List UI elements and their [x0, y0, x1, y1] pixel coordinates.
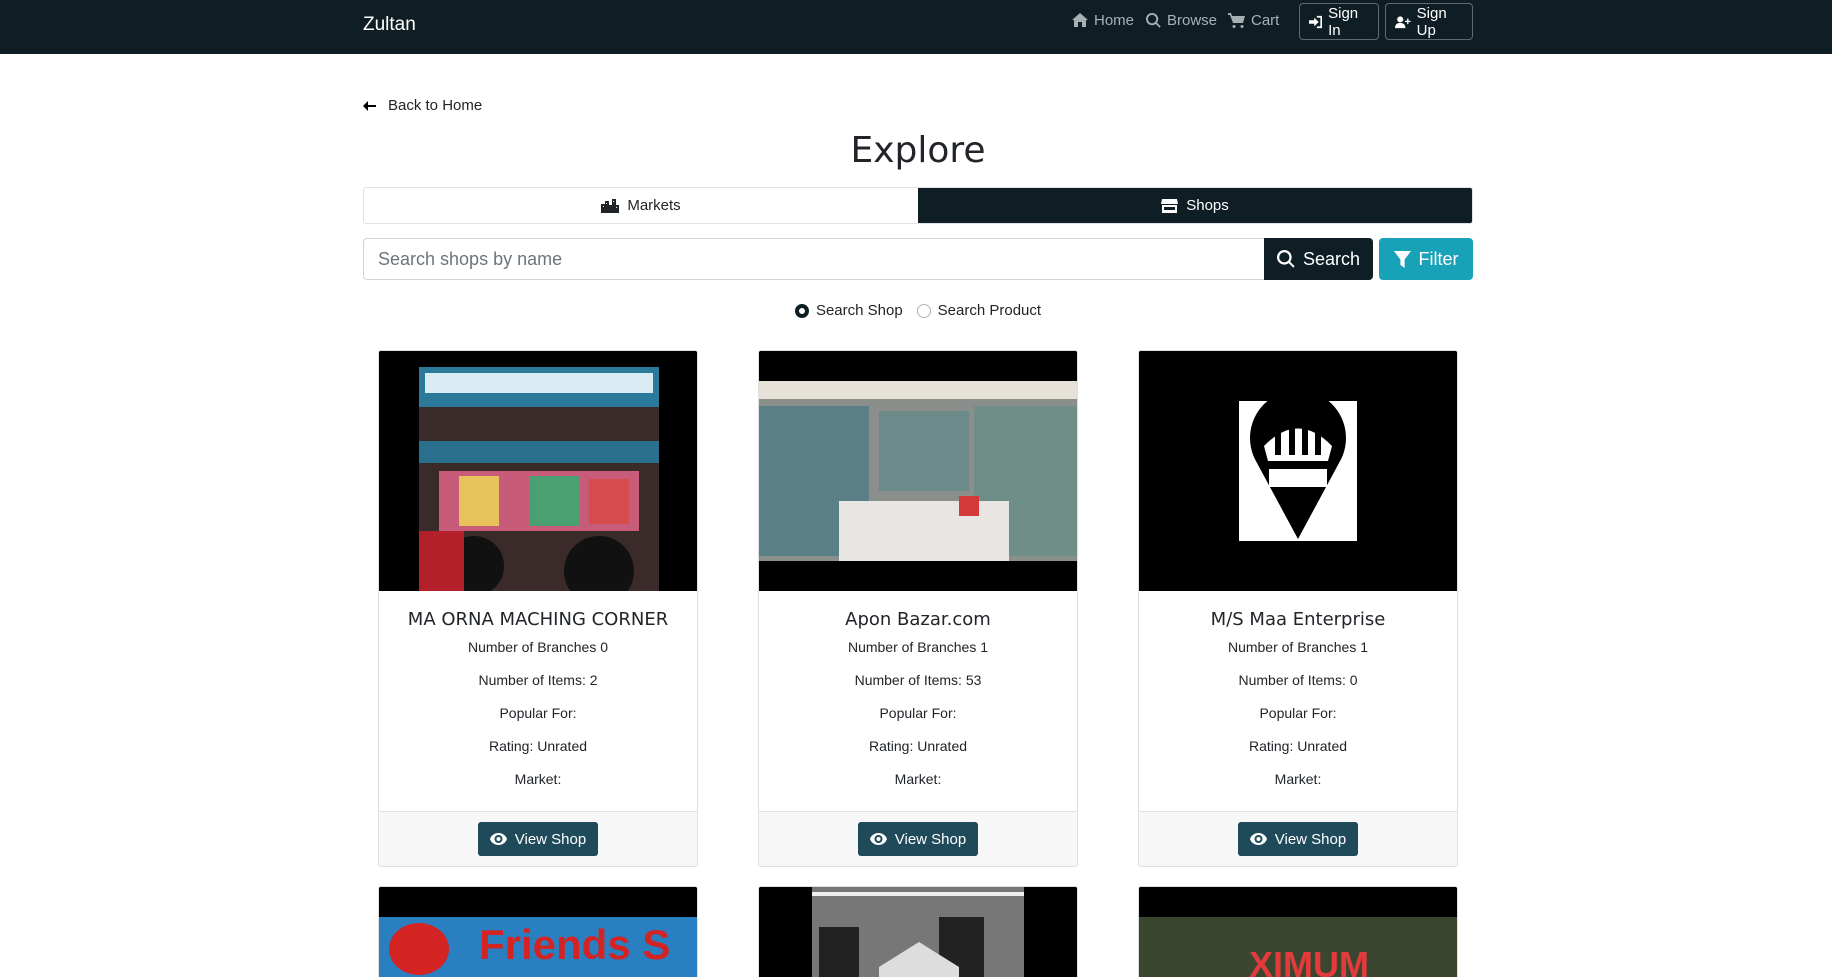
shop-market: Market: — [514, 771, 562, 787]
eye-icon — [489, 833, 507, 845]
nav-home-label: Home — [1094, 11, 1135, 29]
tab-markets-label: Markets — [627, 197, 681, 214]
view-shop-label: View Shop — [1274, 830, 1347, 848]
shop-items: Number of Items: 53 — [854, 672, 982, 688]
shop-card: Apon Bazar.com Number of Branches 1 Numb… — [758, 350, 1078, 867]
city-icon — [601, 198, 620, 213]
shop-rating: Rating: Unrated — [488, 738, 588, 754]
radio-checked-icon — [794, 303, 809, 318]
shop-card-partial: XIMUM — [1138, 886, 1458, 977]
nav-cart-link[interactable]: Cart — [1228, 11, 1279, 29]
shop-card-partial: Friends S — [378, 886, 698, 977]
shop-card: MA ORNA MACHING CORNER Number of Branche… — [378, 350, 698, 867]
shop-sign-text: Friends S — [479, 921, 670, 968]
shop-name[interactable]: Apon Bazar.com — [759, 609, 1077, 630]
page-title: Explore — [850, 130, 986, 171]
home-icon — [1072, 13, 1088, 27]
shop-branches: Number of Branches 1 — [847, 639, 989, 655]
search-icon — [1146, 12, 1161, 28]
shop-market: Market: — [894, 771, 942, 787]
brand-logo[interactable]: Zultan — [363, 14, 416, 36]
shop-photo: XIMUM — [1139, 887, 1457, 977]
add-user-icon — [1395, 15, 1411, 28]
cart-icon — [1228, 12, 1245, 28]
shop-popular: Popular For: — [499, 705, 577, 721]
shop-name[interactable]: M/S Maa Enterprise — [1139, 609, 1457, 630]
shop-card: M/S Maa Enterprise Number of Branches 1 … — [1138, 350, 1458, 867]
shop-items: Number of Items: 0 — [1238, 672, 1358, 688]
search-button[interactable]: Search — [1264, 238, 1373, 280]
view-shop-label: View Shop — [514, 830, 587, 848]
nav-cart-label: Cart — [1251, 11, 1280, 29]
sign-up-button[interactable]: Sign Up — [1385, 3, 1473, 40]
view-shop-label: View Shop — [894, 830, 967, 848]
shop-name[interactable]: MA ORNA MACHING CORNER — [379, 609, 697, 630]
tab-markets[interactable]: Markets — [364, 188, 918, 223]
shop-rating: Rating: Unrated — [1248, 738, 1348, 754]
shop-photo: Friends S — [379, 887, 697, 977]
back-label: Back to Home — [388, 97, 483, 114]
shop-market: Market: — [1274, 771, 1322, 787]
back-to-home-link[interactable]: Back to Home — [363, 97, 482, 114]
explore-tabs: Markets Shops — [363, 187, 1473, 224]
shop-card-partial — [758, 886, 1078, 977]
sign-in-label: Sign In — [1328, 4, 1359, 39]
shop-photo — [759, 887, 1077, 977]
filter-button-label: Filter — [1418, 248, 1459, 269]
search-button-label: Search — [1302, 248, 1361, 269]
eye-icon — [1249, 833, 1267, 845]
sign-in-button[interactable]: Sign In — [1299, 3, 1379, 40]
shop-popular: Popular For: — [1259, 705, 1337, 721]
shop-photo — [1139, 351, 1457, 591]
nav-browse-label: Browse — [1167, 11, 1218, 29]
default-store-icon — [1139, 351, 1457, 591]
radio-search-product[interactable]: Search Product — [916, 302, 1042, 319]
search-input[interactable] — [363, 238, 1265, 280]
search-icon — [1276, 250, 1295, 268]
tab-shops-label: Shops — [1186, 197, 1229, 214]
store-icon — [1161, 198, 1179, 213]
shop-branches: Number of Branches 0 — [467, 639, 609, 655]
shop-photo — [759, 351, 1077, 591]
view-shop-button[interactable]: View Shop — [1237, 822, 1359, 856]
search-mode-radios: Search Shop Search Product — [0, 302, 1832, 319]
top-navbar: Zultan Home Browse Cart Sign In Sign Up — [0, 0, 1832, 54]
shop-photo — [379, 351, 697, 591]
radio-search-shop[interactable]: Search Shop — [794, 302, 903, 319]
shop-rating: Rating: Unrated — [868, 738, 968, 754]
sign-up-label: Sign Up — [1416, 4, 1447, 39]
filter-icon — [1393, 250, 1411, 268]
view-shop-button[interactable]: View Shop — [477, 822, 599, 856]
shop-popular: Popular For: — [879, 705, 957, 721]
nav-home-link[interactable]: Home — [1072, 11, 1134, 29]
eye-icon — [869, 833, 887, 845]
shop-sign-text: XIMUM — [1249, 944, 1369, 977]
arrow-left-icon — [363, 100, 376, 111]
tab-shops[interactable]: Shops — [918, 188, 1472, 223]
nav-browse-link[interactable]: Browse — [1146, 11, 1217, 29]
shop-items: Number of Items: 2 — [478, 672, 598, 688]
radio-search-shop-label: Search Shop — [815, 302, 903, 319]
view-shop-button[interactable]: View Shop — [857, 822, 979, 856]
shop-branches: Number of Branches 1 — [1227, 639, 1369, 655]
radio-unchecked-icon — [916, 303, 931, 318]
sign-in-icon — [1309, 15, 1323, 28]
radio-search-product-label: Search Product — [937, 302, 1042, 319]
filter-button[interactable]: Filter — [1379, 238, 1473, 280]
